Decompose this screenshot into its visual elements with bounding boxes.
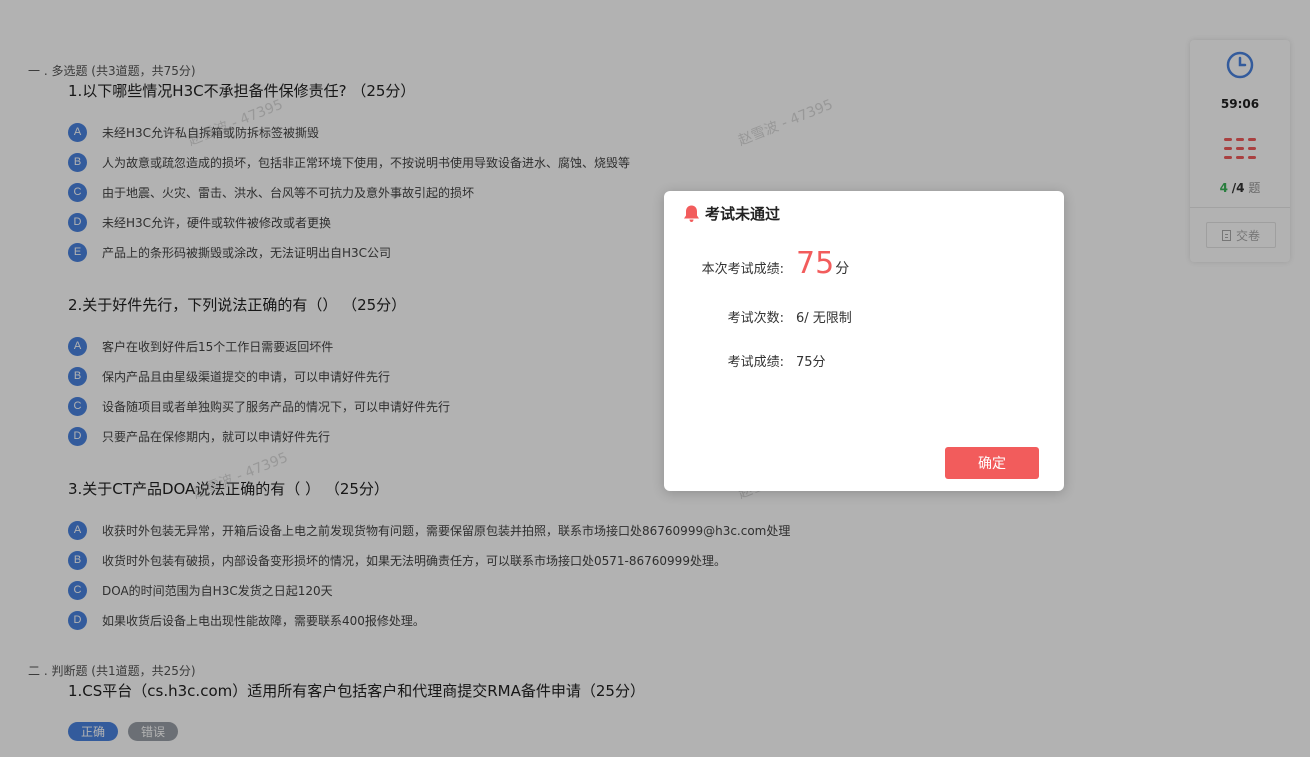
attempts-value: 6/ 无限制: [796, 311, 852, 326]
attempts-label: 考试次数:: [727, 311, 784, 326]
current-score-label: 本次考试成绩:: [701, 262, 784, 277]
attempts-row: 考试次数: 6/ 无限制: [664, 307, 852, 326]
current-score-value: 75: [796, 246, 835, 281]
current-score-unit: 分: [835, 261, 850, 277]
modal-backdrop[interactable]: [0, 0, 1310, 757]
exam-score-row: 考试成绩: 75分: [664, 351, 826, 370]
confirm-button[interactable]: 确定: [945, 447, 1039, 479]
exam-score-label: 考试成绩:: [727, 355, 784, 370]
exam-result-dialog: 考试未通过 本次考试成绩: 75 分 考试次数: 6/ 无限制 考试成绩: 75…: [664, 191, 1064, 491]
dialog-title: 考试未通过: [705, 205, 781, 223]
current-score-row: 本次考试成绩: 75 分: [664, 246, 850, 281]
exam-score-value: 75分: [796, 355, 826, 370]
bell-icon: [684, 205, 699, 222]
dialog-header: 考试未通过: [683, 203, 780, 224]
